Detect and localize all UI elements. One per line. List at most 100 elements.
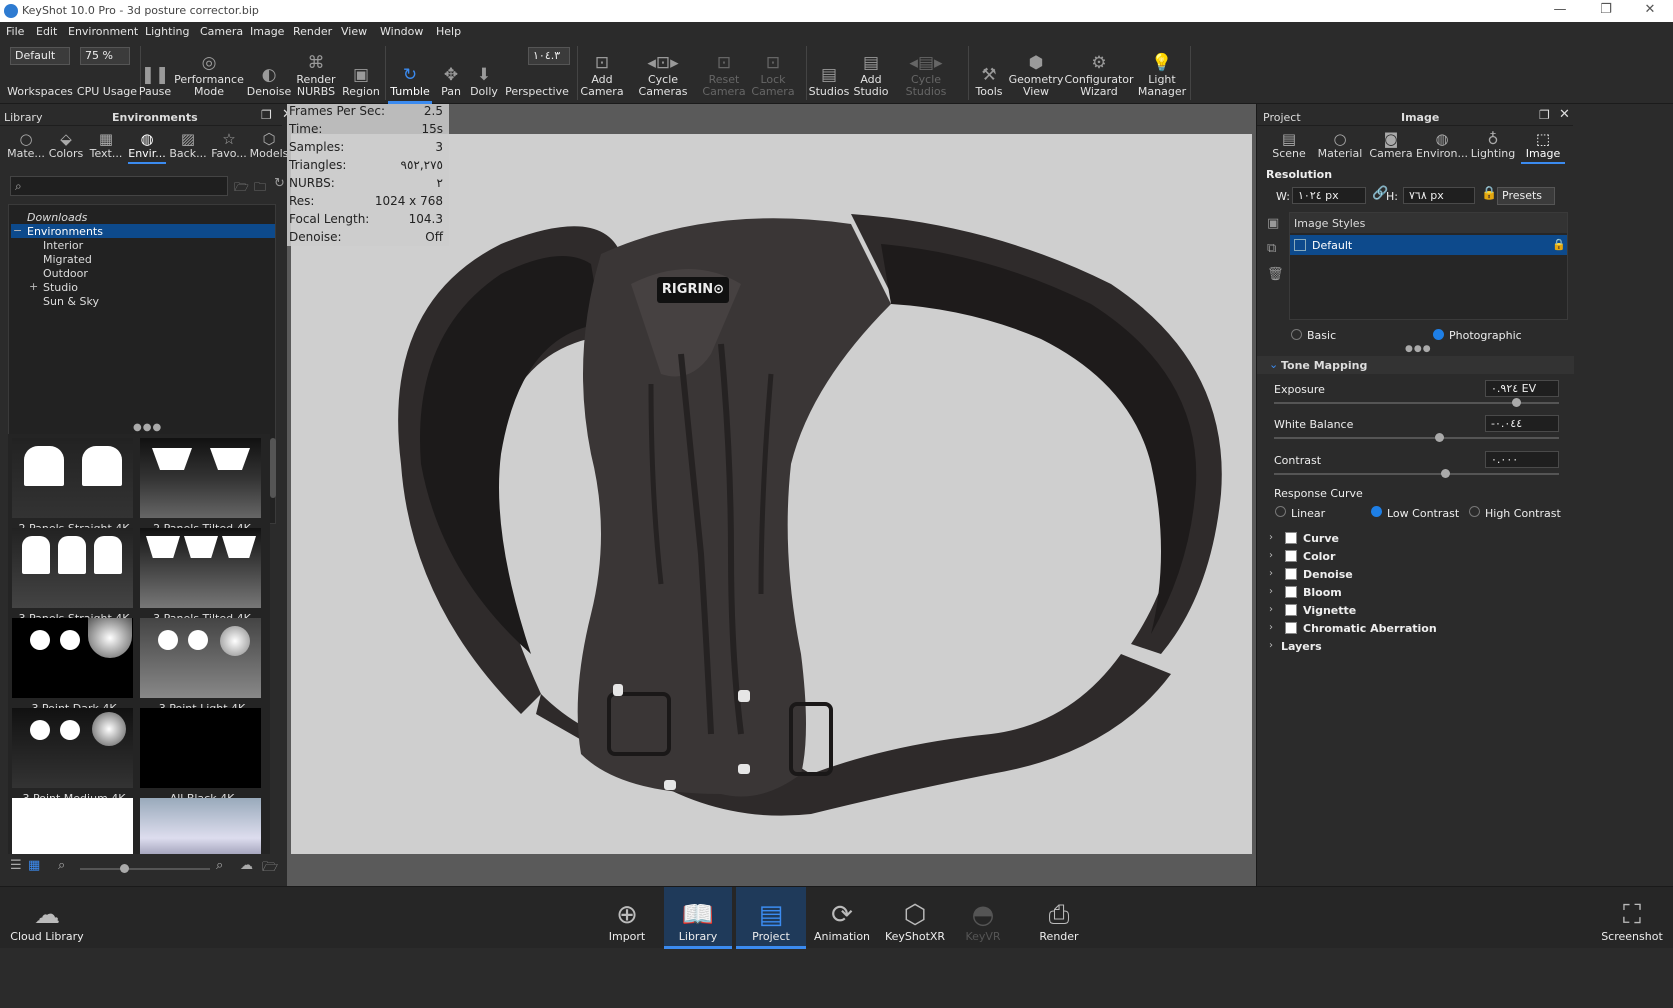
mode-photographic-radio[interactable] (1433, 329, 1444, 340)
keyvr-button[interactable]: ◓ KeyVR (958, 887, 1008, 949)
add-camera-button[interactable]: ⊡ Add Camera (580, 42, 624, 104)
cloud-upload-icon[interactable]: ☁ (240, 858, 253, 873)
tab-favorites[interactable]: ☆ Favo... (210, 126, 248, 162)
thumbnail-3-point-light[interactable] (140, 618, 261, 698)
thumbnail-interior[interactable] (140, 798, 261, 854)
cloud-library-button[interactable]: ☁ Cloud Library (8, 887, 86, 949)
thumbnail-all-black[interactable] (140, 708, 261, 788)
region-button[interactable]: ▣ Region (340, 42, 382, 104)
configurator-wizard-button[interactable]: ⚙ Configurator Wizard (1064, 42, 1134, 104)
chevron-right-icon[interactable]: › (1269, 568, 1273, 579)
workspaces-button[interactable]: Workspaces (6, 42, 74, 104)
exposure-slider[interactable] (1274, 398, 1559, 407)
height-input[interactable]: ۷٦٨ px (1403, 187, 1475, 204)
chevron-right-icon[interactable]: › (1269, 640, 1273, 651)
animation-button[interactable]: ⟳ Animation (812, 887, 872, 949)
tab-material[interactable]: ○ Material (1317, 126, 1363, 162)
performance-mode-button[interactable]: ◎ Performance Mode (174, 42, 244, 104)
chevron-right-icon[interactable]: › (1269, 622, 1273, 633)
restore-button[interactable]: ❐ (1586, 2, 1626, 17)
library-button[interactable]: 📖 Library (664, 887, 732, 949)
tab-models[interactable]: ⬡ Models (250, 126, 289, 162)
white-balance-input[interactable]: -۰.۰٤٤ (1485, 415, 1559, 432)
mode-basic-radio[interactable] (1291, 329, 1302, 340)
geometry-view-button[interactable]: ⬢ Geometry View (1009, 42, 1064, 104)
thumbnail-2-panels-straight[interactable] (12, 438, 133, 518)
studios-button[interactable]: ▤ Studios (808, 42, 850, 104)
menu-view[interactable]: View (341, 25, 367, 38)
menu-image[interactable]: Image (250, 25, 284, 38)
menu-window[interactable]: Window (380, 25, 423, 38)
collapse-icon[interactable]: − (13, 224, 22, 237)
tab-environment[interactable]: ◍ Environ... (1416, 126, 1468, 162)
tree-item-sun-sky[interactable]: Sun & Sky (43, 295, 99, 308)
zoom-in-icon[interactable]: ⌕ (216, 858, 223, 873)
light-manager-button[interactable]: 💡 Light Manager (1136, 42, 1188, 104)
pause-button[interactable]: ❚❚ Pause (136, 42, 174, 104)
tools-button[interactable]: ⚒ Tools (970, 42, 1008, 104)
curve-checkbox[interactable] (1285, 532, 1297, 544)
add-style-icon[interactable]: ▣ (1267, 216, 1279, 231)
add-studio-button[interactable]: ▤ Add Studio (852, 42, 890, 104)
thumbnail-2-panels-tilted[interactable] (140, 438, 261, 518)
slider-knob[interactable] (1512, 398, 1522, 407)
white-balance-slider[interactable] (1274, 433, 1559, 442)
menu-file[interactable]: File (6, 25, 24, 38)
chevron-right-icon[interactable]: › (1269, 532, 1273, 543)
splitter-handle[interactable]: ●●● (133, 422, 162, 433)
reset-camera-button[interactable]: ⊡ Reset Camera (700, 42, 748, 104)
tumble-button[interactable]: ↻ Tumble (388, 42, 432, 104)
bloom-checkbox[interactable] (1285, 586, 1297, 598)
layers-label[interactable]: Layers (1281, 640, 1322, 653)
tree-item-migrated[interactable]: Migrated (43, 253, 92, 266)
tab-environments[interactable]: ◍ Envir... (128, 126, 166, 164)
trash-icon[interactable]: 🗑 (1267, 267, 1284, 282)
keyshotxr-button[interactable]: ⬡ KeyShotXR (882, 887, 948, 949)
screenshot-button[interactable]: ⛶ Screenshot (1600, 887, 1664, 949)
folder-icon[interactable]: 🗀 (254, 178, 266, 199)
vignette-checkbox[interactable] (1285, 604, 1297, 616)
menu-lighting[interactable]: Lighting (145, 25, 189, 38)
menu-environment[interactable]: Environment (68, 25, 138, 38)
thumbnail-scrollbar[interactable] (270, 438, 276, 498)
perspective-button[interactable]: Perspective (505, 42, 569, 104)
chevron-right-icon[interactable]: › (1269, 550, 1273, 561)
chevron-right-icon[interactable]: › (1269, 604, 1273, 615)
refresh-icon[interactable]: ↻ (274, 176, 285, 191)
tab-backplates[interactable]: ▨ Back... (168, 126, 208, 162)
presets-dropdown[interactable]: Presets (1497, 187, 1555, 205)
menu-render[interactable]: Render (293, 25, 332, 38)
denoise-checkbox[interactable] (1285, 568, 1297, 580)
color-checkbox[interactable] (1285, 550, 1297, 562)
tab-textures[interactable]: ▦ Text... (88, 126, 124, 162)
zoom-out-icon[interactable]: ⌕ (58, 858, 65, 873)
expand-icon[interactable]: + (29, 280, 38, 293)
thumbnail-white[interactable] (12, 798, 133, 854)
tab-lighting[interactable]: ♁ Lighting (1471, 126, 1515, 162)
rc-low-contrast-radio[interactable] (1371, 506, 1382, 517)
dolly-button[interactable]: ⬇ Dolly (466, 42, 502, 104)
splitter-handle[interactable]: ●●● (1405, 344, 1432, 354)
tree-item-environments[interactable]: Environments (27, 225, 103, 238)
close-panel-icon[interactable]: ✕ (1559, 107, 1570, 122)
slider-knob[interactable] (120, 864, 129, 873)
render-button[interactable]: ⎙ Render (1032, 887, 1086, 949)
thumbnail-3-point-medium[interactable] (12, 708, 133, 788)
render-nurbs-button[interactable]: ⌘ Render NURBS (294, 42, 338, 104)
undock-icon[interactable]: ❐ (261, 108, 272, 122)
thumbnail-3-panels-straight[interactable] (12, 528, 133, 608)
rc-linear-radio[interactable] (1275, 506, 1286, 517)
slider-knob[interactable] (1441, 469, 1450, 478)
import-button[interactable]: ⊕ Import (604, 887, 650, 949)
contrast-input[interactable]: ۰.۰۰۰ (1485, 451, 1559, 468)
menu-camera[interactable]: Camera (200, 25, 243, 38)
exposure-input[interactable]: ۰.۹۲٤ EV (1485, 380, 1559, 397)
tab-camera[interactable]: ◙ Camera (1369, 126, 1413, 162)
thumbnail-3-point-dark[interactable] (12, 618, 133, 698)
denoise-button[interactable]: ◐ Denoise (246, 42, 292, 104)
open-folder-icon[interactable]: 🗁 (234, 178, 249, 199)
tab-materials[interactable]: ○ Mate... (6, 126, 46, 162)
tree-item-interior[interactable]: Interior (43, 239, 83, 252)
chromatic-aberration-checkbox[interactable] (1285, 622, 1297, 634)
tree-item-outdoor[interactable]: Outdoor (43, 267, 88, 280)
